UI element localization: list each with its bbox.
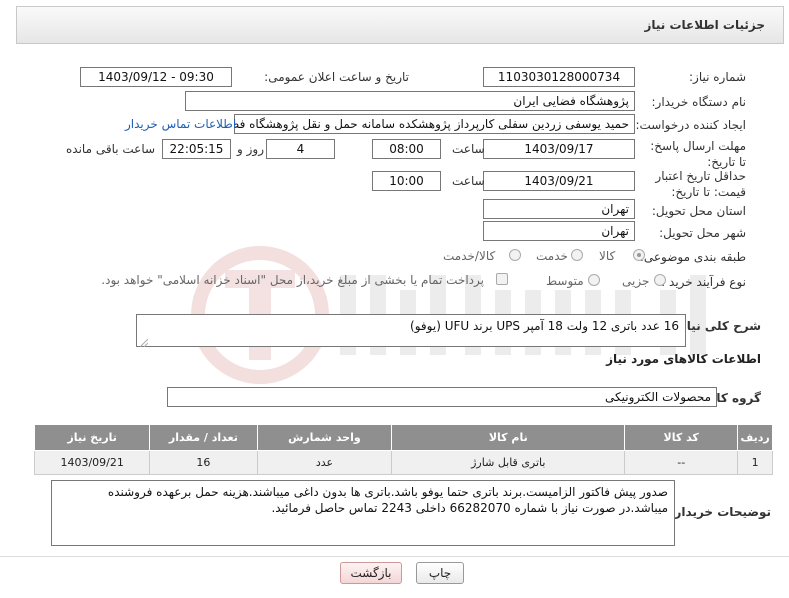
cell-quantity: 16 <box>149 450 258 475</box>
footer-divider <box>0 556 789 557</box>
buyer-notes-text: صدور پیش فاکتور الزامیست.برند باتری حتما… <box>107 485 668 515</box>
description-textarea[interactable]: 16 عدد باتری 12 ولت 18 آمپر UPS برند UFU… <box>136 314 686 347</box>
validity-time-field[interactable]: 10:00 <box>372 171 441 191</box>
need-number-field[interactable]: 1103030128000734 <box>483 67 635 87</box>
process-label: نوع فرآیند خرید : <box>661 275 746 289</box>
validity-label: حداقل تاریخ اعتبار قیمت: تا تاریخ: <box>655 169 746 199</box>
need-number-label: شماره نیاز: <box>689 70 746 84</box>
validity-time-label: ساعت <box>452 174 485 188</box>
col-header-goods-name: نام کالا <box>391 424 626 451</box>
description-label: شرح کلی نیاز: <box>675 319 761 333</box>
category-radio-service[interactable] <box>571 249 583 261</box>
category-option-service: خدمت <box>536 249 568 263</box>
announce-field[interactable]: 1403/09/12 - 09:30 <box>80 67 232 87</box>
remaining-label: ساعت باقی مانده <box>66 142 156 156</box>
city-field[interactable]: تهران <box>483 221 635 241</box>
creator-label: ایجاد کننده درخواست: <box>635 118 746 132</box>
treasury-payment-checkbox[interactable] <box>496 273 508 285</box>
goods-table-header-row: ردیف کد کالا نام کالا واحد شمارش تعداد /… <box>33 424 773 451</box>
process-radio-minor[interactable] <box>654 274 666 286</box>
process-option-medium: متوسط <box>546 274 584 288</box>
cell-goods-code: -- <box>624 450 739 475</box>
announce-label: تاریخ و ساعت اعلان عمومی: <box>264 70 409 84</box>
col-header-goods-code: کد کالا <box>624 424 739 451</box>
table-row[interactable]: 1 -- باتری قابل شارژ عدد 16 1403/09/21 <box>33 450 773 475</box>
cell-need-date: 1403/09/21 <box>33 450 151 475</box>
col-header-row-number: ردیف <box>737 424 773 451</box>
category-option-goods-service: کالا/خدمت <box>443 249 496 263</box>
buyer-contact-link[interactable]: اطلاعات تماس خریدار <box>125 117 236 131</box>
creator-field[interactable]: حمید یوسفی زردین سفلی کارپرداز پژوهشکده … <box>234 114 635 134</box>
resize-grip-icon[interactable] <box>139 336 149 348</box>
province-label: استان محل تحویل: <box>651 204 746 218</box>
buyer-org-label: نام دستگاه خریدار: <box>651 95 747 109</box>
reply-time-field[interactable]: 08:00 <box>372 139 441 159</box>
print-button[interactable]: چاپ <box>416 562 464 584</box>
days-remaining-field[interactable]: 4 <box>266 139 335 159</box>
col-header-unit: واحد شمارش <box>256 424 393 451</box>
col-header-quantity: تعداد / مقدار <box>149 424 258 451</box>
back-button[interactable]: بازگشت <box>340 562 402 584</box>
remaining-time-field[interactable]: 22:05:15 <box>162 139 231 159</box>
goods-info-title: اطلاعات کالاهای مورد نیاز <box>606 352 761 366</box>
description-text: 16 عدد باتری 12 ولت 18 آمپر UPS برند UFU… <box>410 319 679 333</box>
cell-row-number: 1 <box>737 450 773 475</box>
goods-group-field[interactable]: محصولات الکترونیکی <box>167 387 717 407</box>
reply-date-field[interactable]: 1403/09/17 <box>483 139 635 159</box>
province-field[interactable]: تهران <box>483 199 635 219</box>
category-radio-goods[interactable] <box>633 249 645 261</box>
page-header: جزئیات اطلاعات نیاز <box>16 6 784 44</box>
goods-table: ردیف کد کالا نام کالا واحد شمارش تعداد /… <box>33 424 773 475</box>
col-header-need-date: تاریخ نیاز <box>33 424 151 451</box>
category-radio-goods-service[interactable] <box>509 249 521 261</box>
reply-time-label: ساعت <box>452 142 485 156</box>
treasury-payment-note: پرداخت تمام یا بخشی از مبلغ خرید،از محل … <box>101 273 484 287</box>
category-label: طبقه بندی موضوعی: <box>639 250 746 264</box>
city-label: شهر محل تحویل: <box>659 226 746 240</box>
buyer-notes-textarea[interactable]: صدور پیش فاکتور الزامیست.برند باتری حتما… <box>51 480 675 546</box>
process-option-minor: جزیی <box>622 274 650 288</box>
validity-date-field[interactable]: 1403/09/21 <box>483 171 635 191</box>
days-label: روز و <box>237 142 264 156</box>
cell-goods-name: باتری قابل شارژ <box>391 450 626 475</box>
process-radio-medium[interactable] <box>588 274 600 286</box>
reply-deadline-label: مهلت ارسال پاسخ: تا تاریخ: <box>650 139 746 169</box>
cell-unit: عدد <box>256 450 393 475</box>
buyer-notes-label: توضیحات خریدار: <box>669 505 771 519</box>
page-title: جزئیات اطلاعات نیاز <box>644 18 765 32</box>
category-option-goods: کالا <box>599 249 616 263</box>
buyer-org-field[interactable]: پژوهشگاه فضایی ایران <box>185 91 635 111</box>
